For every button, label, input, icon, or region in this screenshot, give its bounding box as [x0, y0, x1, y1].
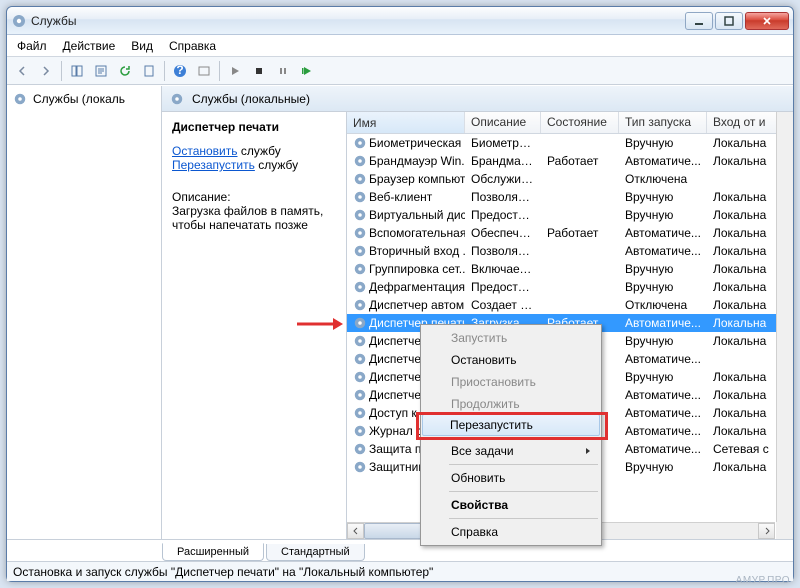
tree-label: Службы (локаль — [33, 92, 125, 106]
tabs: Расширенный Стандартный — [7, 539, 793, 561]
window-title: Службы — [31, 14, 685, 28]
sub-header-text: Службы (локальные) — [192, 92, 310, 106]
menubar: Файл Действие Вид Справка — [7, 35, 793, 57]
desc-text: Загрузка файлов в память, чтобы напечата… — [172, 204, 336, 232]
context-menu: Запустить Остановить Приостановить Продо… — [420, 324, 602, 546]
ctx-separator — [449, 437, 598, 438]
watermark: АМУР.ПРО — [736, 575, 790, 586]
service-row[interactable]: Браузер компьют...Обслужив...Отключена — [347, 170, 793, 188]
svg-text:?: ? — [176, 64, 183, 77]
toolbar: ? — [7, 57, 793, 85]
ctx-refresh[interactable]: Обновить — [423, 467, 599, 489]
col-state[interactable]: Состояние — [541, 112, 619, 133]
statusbar: Остановка и запуск службы "Диспетчер печ… — [7, 561, 793, 581]
tree-pane[interactable]: Службы (локаль — [7, 86, 162, 539]
v-scrollbar[interactable] — [776, 112, 793, 522]
ctx-help[interactable]: Справка — [423, 521, 599, 543]
desc-label: Описание: — [172, 190, 336, 204]
scroll-corner — [776, 522, 793, 539]
help-button[interactable]: ? — [169, 60, 191, 82]
stop-button[interactable] — [248, 60, 270, 82]
gear-icon — [170, 92, 184, 106]
restart-link[interactable]: Перезапустить — [172, 158, 255, 172]
service-row[interactable]: Дефрагментация ...Предостав...ВручнуюЛок… — [347, 278, 793, 296]
toolbar-separator — [61, 61, 62, 81]
start-button[interactable] — [224, 60, 246, 82]
restart-button[interactable] — [296, 60, 318, 82]
scroll-left-button[interactable] — [347, 523, 364, 539]
pause-button[interactable] — [272, 60, 294, 82]
gear-icon — [11, 13, 27, 29]
ctx-properties[interactable]: Свойства — [423, 494, 599, 516]
col-start[interactable]: Тип запуска — [619, 112, 707, 133]
properties-button[interactable] — [138, 60, 160, 82]
service-row[interactable]: Виртуальный дискПредостав...ВручнуюЛокал… — [347, 206, 793, 224]
service-row[interactable]: Брандмауэр Win...Брандмау...РаботаетАвто… — [347, 152, 793, 170]
ctx-pause[interactable]: Приостановить — [423, 371, 599, 393]
ctx-separator — [449, 491, 598, 492]
ctx-resume[interactable]: Продолжить — [423, 393, 599, 415]
menu-help[interactable]: Справка — [169, 39, 216, 53]
ctx-start[interactable]: Запустить — [423, 327, 599, 349]
back-button[interactable] — [11, 60, 33, 82]
toolbar-separator — [219, 61, 220, 81]
services-window: Службы Файл Действие Вид Справка ? — [6, 6, 794, 582]
service-row[interactable]: Группировка сет...Включает ...ВручнуюЛок… — [347, 260, 793, 278]
gear-icon — [13, 92, 27, 106]
service-row[interactable]: Диспетчер автом...Создает п...ОтключенаЛ… — [347, 296, 793, 314]
ctx-all-tasks[interactable]: Все задачи — [423, 440, 599, 462]
col-desc[interactable]: Описание — [465, 112, 541, 133]
titlebar[interactable]: Службы — [7, 7, 793, 35]
list-header: Имя Описание Состояние Тип запуска Вход … — [347, 112, 793, 134]
menu-file[interactable]: Файл — [17, 39, 47, 53]
window-buttons — [685, 12, 789, 30]
ctx-stop[interactable]: Остановить — [423, 349, 599, 371]
submenu-arrow-icon — [585, 447, 591, 455]
selected-service-name: Диспетчер печати — [172, 120, 336, 134]
maximize-button[interactable] — [715, 12, 743, 30]
status-text: Остановка и запуск службы "Диспетчер печ… — [13, 565, 433, 579]
annotation-arrow-icon — [295, 315, 345, 333]
ctx-separator — [449, 464, 598, 465]
refresh-button[interactable] — [114, 60, 136, 82]
toolbar-separator — [164, 61, 165, 81]
forward-button[interactable] — [35, 60, 57, 82]
ctx-restart[interactable]: Перезапустить — [422, 414, 600, 436]
tree-root[interactable]: Службы (локаль — [11, 90, 157, 108]
show-hide-button[interactable] — [66, 60, 88, 82]
tab-standard[interactable]: Стандартный — [266, 544, 365, 561]
menu-view[interactable]: Вид — [131, 39, 153, 53]
service-row[interactable]: Веб-клиентПозволяет...ВручнуюЛокальна — [347, 188, 793, 206]
col-name[interactable]: Имя — [347, 112, 465, 133]
col-logon[interactable]: Вход от и — [707, 112, 777, 133]
sub-header: Службы (локальные) — [162, 86, 793, 112]
close-button[interactable] — [745, 12, 789, 30]
minimize-button[interactable] — [685, 12, 713, 30]
export-button[interactable] — [90, 60, 112, 82]
service-row[interactable]: Вторичный вход ...Позволяет...Автоматиче… — [347, 242, 793, 260]
scroll-right-button[interactable] — [758, 523, 775, 539]
ctx-separator — [449, 518, 598, 519]
help-topics-button[interactable] — [193, 60, 215, 82]
menu-action[interactable]: Действие — [63, 39, 116, 53]
body-area: Службы (локаль Службы (локальные) Диспет… — [7, 85, 793, 539]
stop-link[interactable]: Остановить — [172, 144, 238, 158]
service-row[interactable]: Биометрическая ...Биометри...ВручнуюЛока… — [347, 134, 793, 152]
service-row[interactable]: Вспомогательная ...Обеспечи...РаботаетАв… — [347, 224, 793, 242]
tab-extended[interactable]: Расширенный — [162, 543, 264, 561]
